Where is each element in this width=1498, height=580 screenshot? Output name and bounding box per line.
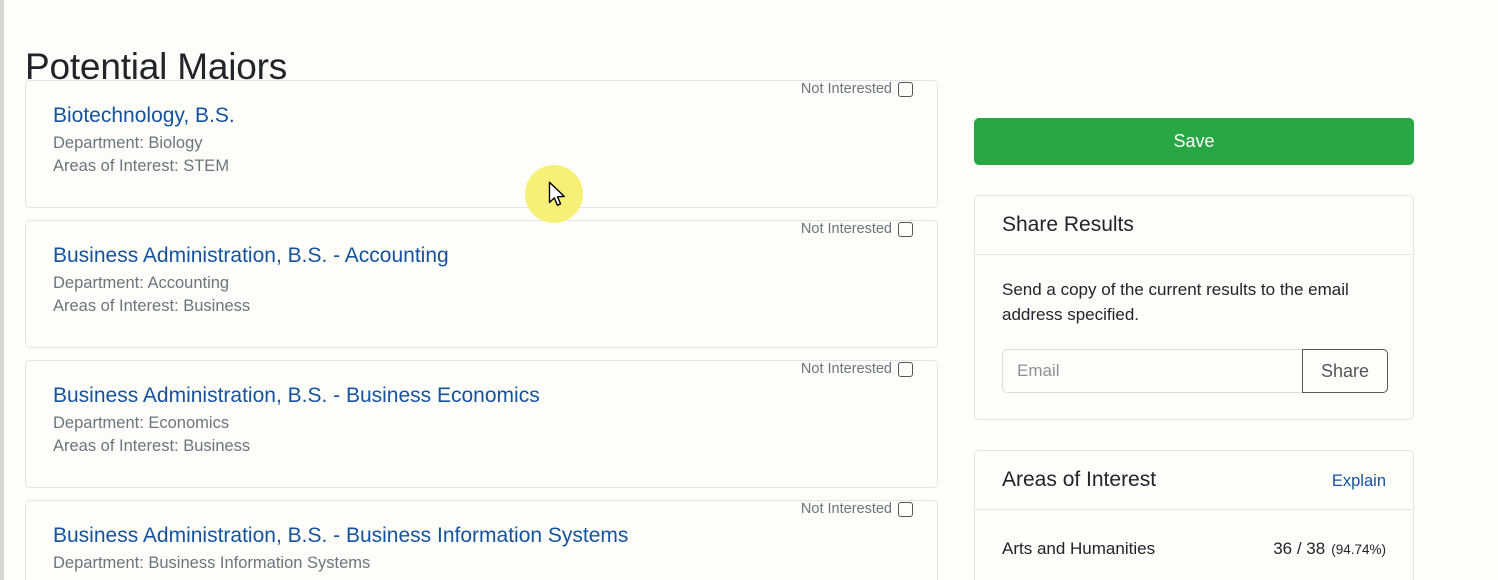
explain-link[interactable]: Explain xyxy=(1332,472,1386,491)
share-results-description: Send a copy of the current results to th… xyxy=(1002,280,1349,324)
share-button[interactable]: Share xyxy=(1301,349,1388,393)
major-card[interactable]: Business Administration, B.S. - Business… xyxy=(25,500,938,580)
major-areas-of-interest: Areas of Interest: STEM xyxy=(53,157,230,175)
not-interested-group: Not Interested xyxy=(801,221,913,237)
page-container: Potential Majors Biotechnology, B.S. Dep… xyxy=(4,0,1498,580)
not-interested-label: Not Interested xyxy=(800,81,892,97)
not-interested-label: Not Interested xyxy=(800,221,892,237)
email-input[interactable] xyxy=(1002,349,1302,393)
area-percent: (94.74%) xyxy=(1331,542,1386,557)
save-button[interactable]: Save xyxy=(974,118,1414,165)
major-card[interactable]: Biotechnology, B.S. Department: Biology … xyxy=(25,80,938,208)
share-results-title: Share Results xyxy=(1002,213,1134,236)
major-areas-of-interest: Areas of Interest: Business xyxy=(53,437,251,455)
not-interested-label: Not Interested xyxy=(800,361,892,377)
not-interested-checkbox[interactable] xyxy=(898,361,913,377)
areas-of-interest-row: Arts and Humanities 36 / 38 (94.74%) xyxy=(1002,532,1386,563)
not-interested-label: Not Interested xyxy=(800,501,892,517)
share-email-input-group: Share xyxy=(1002,349,1388,393)
major-areas-of-interest: Areas of Interest: Business xyxy=(53,297,251,315)
areas-of-interest-panel: Areas of Interest Explain Arts and Human… xyxy=(974,450,1414,580)
not-interested-checkbox[interactable] xyxy=(898,221,913,237)
not-interested-group: Not Interested xyxy=(801,81,913,97)
areas-of-interest-body: Arts and Humanities 36 / 38 (94.74%) xyxy=(975,510,1413,580)
major-department: Department: Biology xyxy=(53,134,203,152)
area-score-group: 36 / 38 (94.74%) xyxy=(1273,536,1386,563)
major-title-link[interactable]: Business Administration, B.S. - Accounti… xyxy=(53,243,449,269)
not-interested-checkbox[interactable] xyxy=(898,501,913,517)
sidebar: Save Share Results Send a copy of the cu… xyxy=(974,118,1414,580)
area-score: 36 / 38 xyxy=(1273,539,1326,558)
major-card[interactable]: Business Administration, B.S. - Accounti… xyxy=(25,220,938,348)
potential-majors-list: Biotechnology, B.S. Department: Biology … xyxy=(25,80,938,580)
share-results-panel: Share Results Send a copy of the current… xyxy=(974,195,1414,420)
share-results-header: Share Results xyxy=(975,196,1413,255)
major-title-link[interactable]: Biotechnology, B.S. xyxy=(53,103,235,129)
major-title-link[interactable]: Business Administration, B.S. - Business… xyxy=(53,523,628,549)
areas-of-interest-title: Areas of Interest xyxy=(1002,468,1157,491)
major-department: Department: Business Information Systems xyxy=(53,554,371,572)
major-department: Department: Accounting xyxy=(53,274,230,292)
major-card[interactable]: Business Administration, B.S. - Business… xyxy=(25,360,938,488)
area-name: Arts and Humanities xyxy=(1002,539,1156,558)
areas-of-interest-header: Areas of Interest Explain xyxy=(975,451,1413,510)
major-title-link[interactable]: Business Administration, B.S. - Business… xyxy=(53,383,540,409)
major-department: Department: Economics xyxy=(53,414,230,432)
share-results-body: Send a copy of the current results to th… xyxy=(975,255,1413,419)
app-page: Potential Majors Biotechnology, B.S. Dep… xyxy=(0,0,1498,580)
not-interested-group: Not Interested xyxy=(801,361,913,377)
not-interested-checkbox[interactable] xyxy=(898,81,913,97)
not-interested-group: Not Interested xyxy=(801,501,913,517)
